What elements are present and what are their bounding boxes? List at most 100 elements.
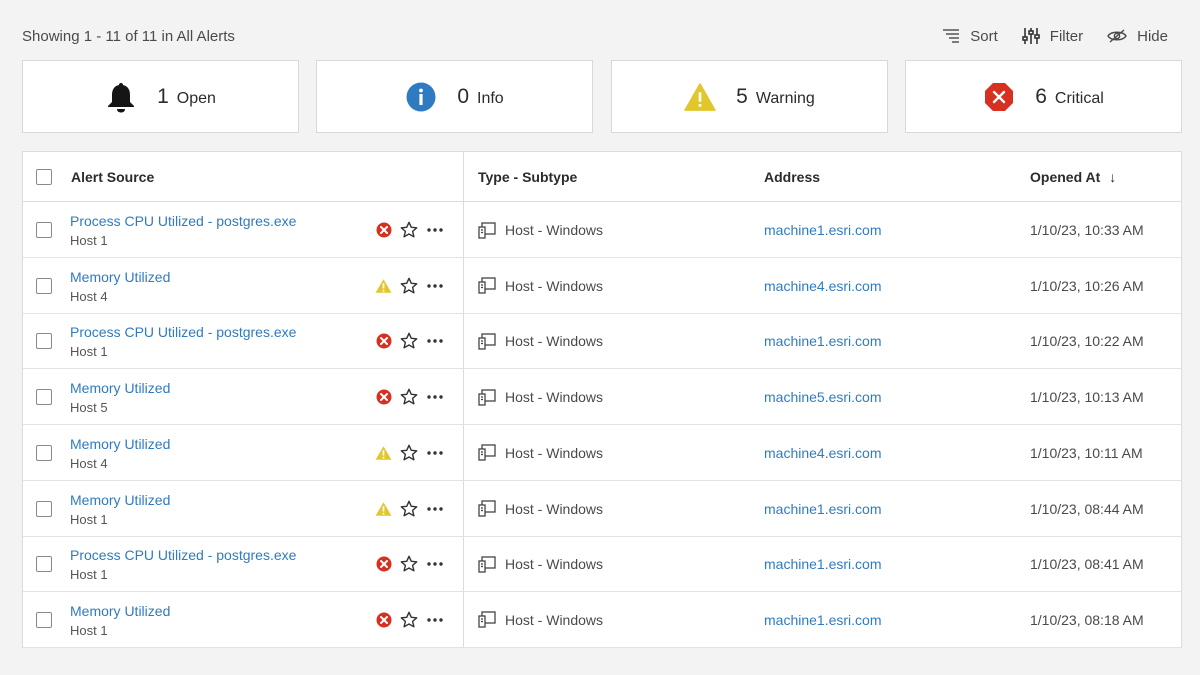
row-checkbox[interactable] [36, 500, 52, 517]
address-link[interactable]: machine1.esri.com [764, 202, 882, 258]
type-subtype: Host - Windows [478, 258, 603, 314]
star-icon[interactable] [400, 500, 418, 518]
opened-at: 1/10/23, 10:22 AM [1030, 333, 1144, 350]
alert-title-link[interactable]: Process CPU Utilized - postgres.exe [70, 323, 296, 341]
row-actions [375, 536, 444, 592]
filter-button[interactable]: Filter [1021, 27, 1083, 45]
type-subtype-text: Host - Windows [505, 277, 604, 294]
row-checkbox[interactable] [36, 611, 52, 628]
bell-icon [105, 81, 137, 113]
host-machine-icon [478, 556, 496, 573]
host-machine-icon [478, 444, 496, 461]
summary-card-open[interactable]: 1 Open [22, 60, 299, 133]
info-label: Info [477, 89, 504, 107]
alert-title-link[interactable]: Memory Utilized [70, 435, 170, 453]
opened-at: 1/10/23, 10:26 AM [1030, 277, 1144, 294]
alert-title-link[interactable]: Memory Utilized [70, 268, 170, 286]
summary-card-warning[interactable]: 5 Warning [611, 60, 888, 133]
table-row[interactable]: Process CPU Utilized - postgres.exe Host … [23, 202, 1181, 258]
info-icon [405, 81, 437, 113]
address-link[interactable]: machine1.esri.com [764, 536, 882, 592]
alert-title-link[interactable]: Process CPU Utilized - postgres.exe [70, 212, 296, 230]
warning-icon [684, 81, 716, 113]
more-options-icon[interactable] [426, 617, 444, 623]
critical-icon [375, 389, 392, 406]
hide-button[interactable]: Hide [1107, 28, 1168, 45]
summary-card-info[interactable]: 0 Info [316, 60, 593, 133]
table-row[interactable]: Memory Utilized Host 1 Host - Windows machi… [23, 592, 1181, 648]
table-row[interactable]: Process CPU Utilized - postgres.exe Host … [23, 313, 1181, 370]
more-options-icon[interactable] [426, 338, 444, 344]
results-count: Showing 1 - 11 of 11 in All Alerts [22, 27, 235, 45]
select-all-checkbox[interactable] [36, 169, 52, 185]
sort-descending-icon: ↓ [1109, 169, 1117, 185]
alert-title-link[interactable]: Memory Utilized [70, 602, 170, 620]
type-subtype-text: Host - Windows [505, 500, 604, 517]
alert-host: Host 1 [70, 233, 108, 248]
star-icon[interactable] [400, 277, 418, 295]
row-checkbox[interactable] [36, 444, 52, 461]
star-icon[interactable] [400, 611, 418, 629]
alert-host: Host 1 [70, 511, 108, 527]
alert-host: Host 1 [70, 567, 108, 583]
address-link[interactable]: machine1.esri.com [764, 481, 882, 537]
row-actions [375, 425, 444, 481]
more-options-icon[interactable] [426, 506, 444, 512]
star-icon[interactable] [400, 388, 418, 406]
table-row[interactable]: Process CPU Utilized - postgres.exe Host … [23, 536, 1181, 593]
host-machine-icon [478, 333, 496, 350]
row-actions [375, 592, 444, 648]
more-options-icon[interactable] [426, 450, 444, 456]
column-header-address[interactable]: Address [764, 152, 820, 202]
table-row[interactable]: Memory Utilized Host 4 Host - Windows machi… [23, 258, 1181, 314]
type-subtype-text: Host - Windows [505, 444, 604, 461]
alert-source: Memory Utilized Host 1 [70, 602, 170, 640]
critical-icon [375, 222, 392, 239]
column-header-source[interactable]: Alert Source [71, 152, 154, 202]
row-checkbox[interactable] [36, 222, 52, 238]
more-options-icon[interactable] [426, 227, 444, 233]
host-machine-icon [478, 221, 496, 239]
row-checkbox[interactable] [36, 389, 52, 406]
type-subtype-text: Host - Windows [505, 333, 604, 350]
more-options-icon[interactable] [426, 283, 444, 289]
star-icon[interactable] [400, 555, 418, 573]
host-machine-icon [478, 500, 496, 517]
star-icon[interactable] [400, 444, 418, 462]
alert-title-link[interactable]: Memory Utilized [70, 491, 170, 509]
eye-slash-icon [1107, 28, 1127, 44]
summary-card-critical[interactable]: 6 Critical [905, 60, 1182, 133]
address-link[interactable]: machine5.esri.com [764, 369, 882, 425]
column-header-type[interactable]: Type - Subtype [478, 152, 577, 202]
alert-title-link[interactable]: Memory Utilized [70, 379, 170, 397]
opened-at: 1/10/23, 10:11 AM [1030, 444, 1143, 461]
type-subtype: Host - Windows [478, 592, 603, 648]
row-checkbox[interactable] [36, 556, 52, 573]
row-actions [375, 258, 444, 314]
address-link[interactable]: machine4.esri.com [764, 425, 882, 481]
row-checkbox[interactable] [36, 333, 52, 350]
address-link[interactable]: machine4.esri.com [764, 258, 882, 314]
alert-title-link[interactable]: Process CPU Utilized - postgres.exe [70, 546, 296, 564]
table-row[interactable]: Memory Utilized Host 1 Host - Windows machi… [23, 481, 1181, 537]
table-row[interactable]: Memory Utilized Host 4 Host - Windows machi… [23, 425, 1181, 481]
address-link[interactable]: machine1.esri.com [764, 313, 882, 369]
alert-host: Host 1 [70, 622, 108, 638]
star-icon[interactable] [400, 221, 418, 239]
alert-source: Memory Utilized Host 1 [70, 491, 170, 529]
opened-at: 1/10/23, 08:44 AM [1030, 500, 1144, 517]
table-row[interactable]: Memory Utilized Host 5 Host - Windows machi… [23, 369, 1181, 426]
opened-header-label: Opened At [1030, 169, 1101, 185]
hide-label: Hide [1137, 27, 1168, 45]
star-icon[interactable] [400, 332, 418, 350]
more-options-icon[interactable] [426, 561, 444, 567]
row-checkbox[interactable] [36, 277, 52, 294]
address-link[interactable]: machine1.esri.com [764, 592, 882, 648]
sort-button[interactable]: Sort [942, 28, 998, 45]
column-header-opened[interactable]: Opened At ↓ [1030, 152, 1116, 202]
row-actions [375, 202, 444, 258]
critical-count: 6 [1035, 84, 1047, 108]
row-actions [375, 369, 444, 425]
table-header: Alert Source Type - Subtype Address Open… [23, 152, 1181, 202]
more-options-icon[interactable] [426, 394, 444, 400]
